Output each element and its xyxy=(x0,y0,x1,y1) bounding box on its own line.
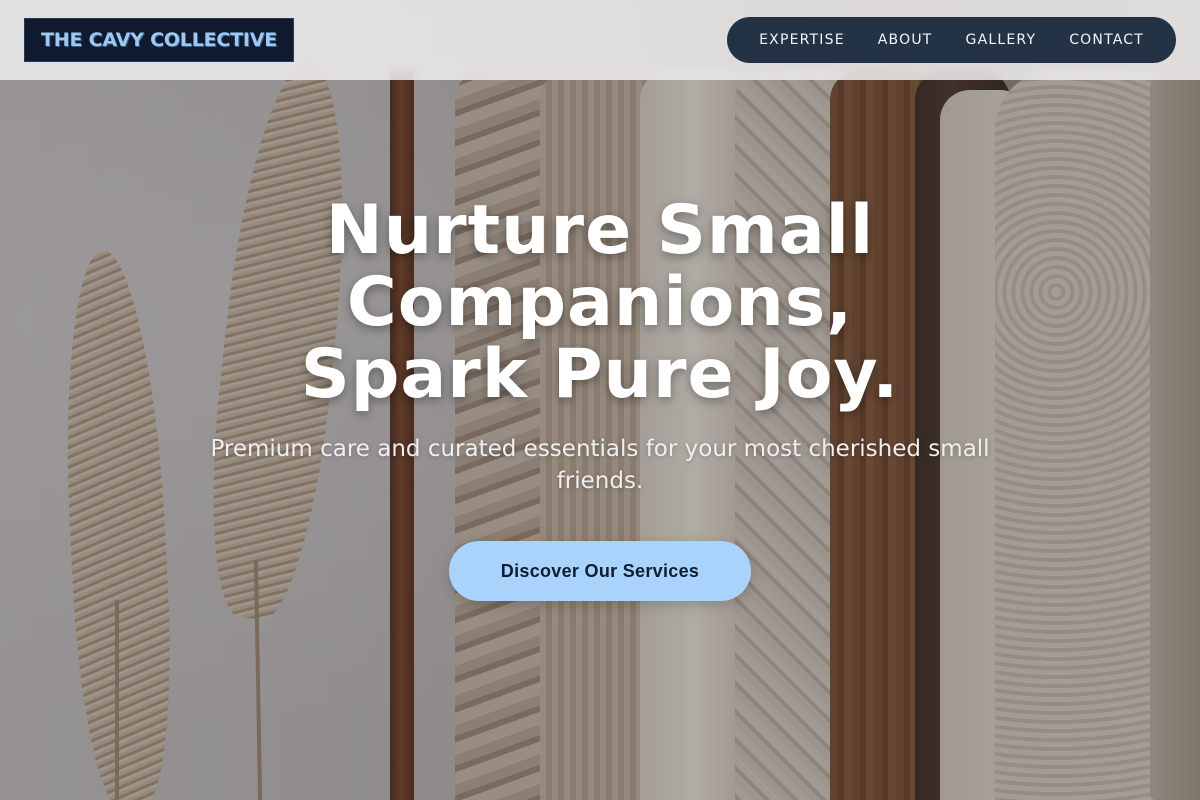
hero-title: Nurture Small Companions, Spark Pure Joy… xyxy=(220,195,980,411)
site-header: THE CAVY COLLECTIVE EXPERTISE ABOUT GALL… xyxy=(0,0,1200,80)
hero-subtitle: Premium care and curated essentials for … xyxy=(210,436,990,494)
nav-link-expertise[interactable]: EXPERTISE xyxy=(759,32,845,48)
discover-services-button[interactable]: Discover Our Services xyxy=(449,541,751,601)
page: THE CAVY COLLECTIVE EXPERTISE ABOUT GALL… xyxy=(0,0,1200,800)
hero-title-line: Companions, xyxy=(346,263,854,342)
hero-title-line: Nurture Small xyxy=(325,191,875,270)
nav-link-contact[interactable]: CONTACT xyxy=(1069,32,1144,48)
hero-title-line: Spark Pure Joy. xyxy=(300,335,900,414)
hero-section: Nurture Small Companions, Spark Pure Joy… xyxy=(0,195,1200,601)
nav-link-about[interactable]: ABOUT xyxy=(878,32,933,48)
main-nav: EXPERTISE ABOUT GALLERY CONTACT xyxy=(727,17,1176,63)
nav-link-gallery[interactable]: GALLERY xyxy=(966,32,1037,48)
brand-logo[interactable]: THE CAVY COLLECTIVE xyxy=(24,18,295,62)
